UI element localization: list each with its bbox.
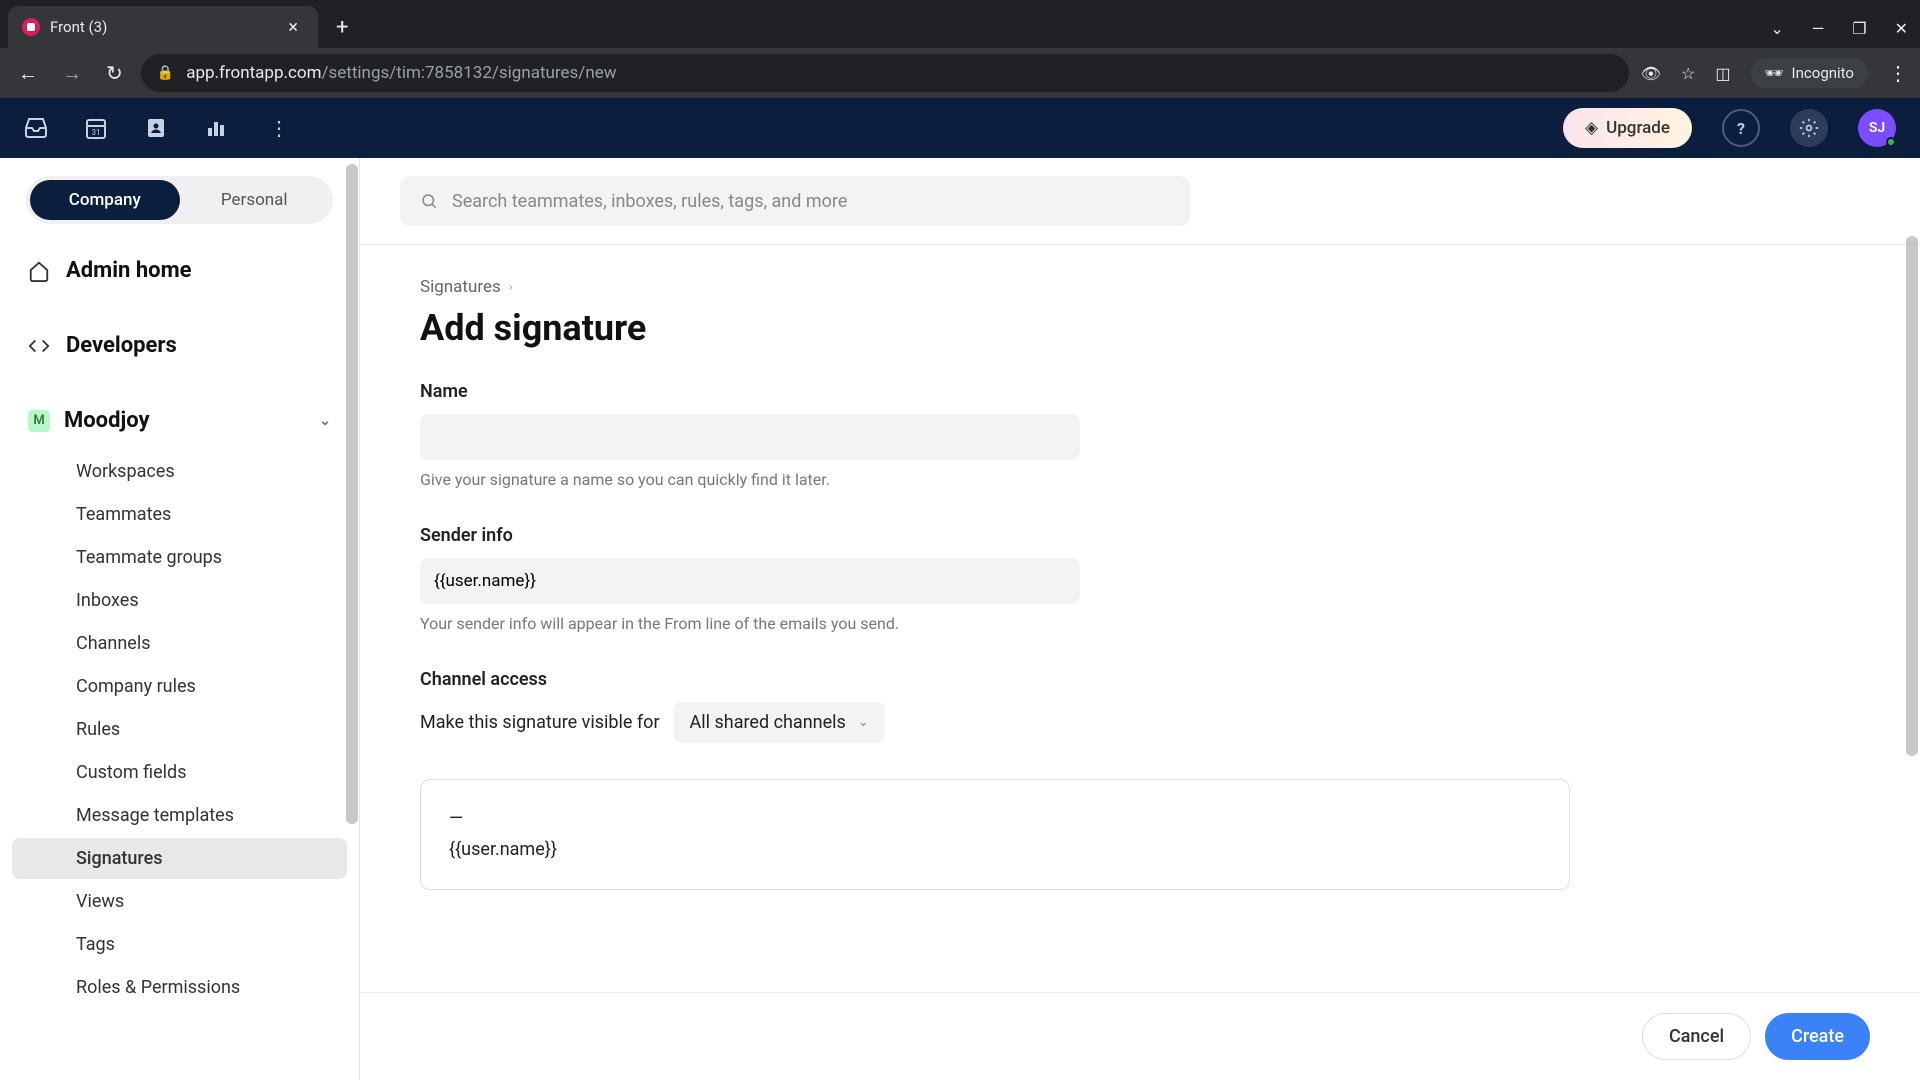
close-tab-icon[interactable]: × — [282, 15, 304, 40]
channel-label: Channel access — [420, 669, 1860, 690]
sidebar-item-tags[interactable]: Tags — [12, 924, 347, 965]
action-bar: Cancel Create — [360, 992, 1920, 1080]
sidebar: Company Personal Admin home Developers M… — [0, 158, 360, 1080]
sender-hint: Your sender info will appear in the From… — [420, 614, 1080, 633]
sidebar-scrollbar[interactable] — [346, 164, 358, 824]
sender-label: Sender info — [420, 525, 1080, 546]
eye-off-icon[interactable]: 👁 — [1641, 64, 1661, 83]
panel-icon[interactable]: ◫ — [1715, 64, 1730, 83]
search-icon — [420, 192, 438, 210]
chevron-down-icon: ⌄ — [858, 715, 869, 730]
more-icon[interactable]: ⋮ — [264, 116, 294, 140]
diamond-icon: ◈ — [1585, 118, 1598, 138]
tab-title: Front (3) — [50, 18, 272, 36]
upgrade-button[interactable]: ◈ Upgrade — [1563, 108, 1692, 148]
page-title: Add signature — [420, 307, 1860, 349]
sidebar-item-roles-permissions[interactable]: Roles & Permissions — [12, 967, 347, 1008]
channel-dropdown[interactable]: All shared channels ⌄ — [674, 702, 885, 743]
incognito-badge[interactable]: 🕶 Incognito — [1751, 58, 1869, 88]
sidebar-admin-home[interactable]: Admin home — [12, 246, 347, 295]
window-controls: ⌄ — ❐ ✕ — [1770, 19, 1920, 48]
url-text: app.frontapp.com/settings/tim:7858132/si… — [186, 63, 616, 83]
channel-prompt: Make this signature visible for — [420, 712, 660, 733]
help-button[interactable]: ? — [1722, 109, 1760, 147]
front-favicon — [22, 18, 40, 36]
maximize-icon[interactable]: ❐ — [1852, 19, 1866, 38]
url-field[interactable]: 🔒 app.frontapp.com/settings/tim:7858132/… — [141, 54, 1629, 92]
create-button[interactable]: Create — [1765, 1013, 1870, 1060]
chevron-down-icon: ⌄ — [319, 413, 331, 429]
sidebar-item-views[interactable]: Views — [12, 881, 347, 922]
editor-line-1: — — [449, 804, 1541, 835]
name-label: Name — [420, 381, 1080, 402]
reload-icon[interactable]: ↻ — [100, 55, 129, 91]
content: Signatures › Add signature Name Give you… — [360, 158, 1920, 1080]
name-input[interactable] — [420, 414, 1080, 460]
contacts-icon[interactable] — [144, 116, 174, 140]
tab-search-icon[interactable]: ⌄ — [1770, 19, 1783, 38]
sidebar-item-signatures[interactable]: Signatures — [12, 838, 347, 879]
star-icon[interactable]: ☆ — [1681, 64, 1695, 83]
tab-personal[interactable]: Personal — [180, 180, 330, 220]
address-bar: ← → ↻ 🔒 app.frontapp.com/settings/tim:78… — [0, 48, 1920, 98]
app-header: 31 ⋮ ◈ Upgrade ? SJ — [0, 98, 1920, 158]
minimize-icon[interactable]: — — [1812, 19, 1825, 38]
tab-company[interactable]: Company — [30, 180, 180, 220]
calendar-icon[interactable]: 31 — [84, 116, 114, 140]
search-input[interactable] — [452, 191, 1170, 212]
sidebar-item-workspaces[interactable]: Workspaces — [12, 451, 347, 492]
incognito-icon: 🕶 — [1765, 64, 1784, 82]
signature-editor[interactable]: — {{user.name}} — [420, 779, 1570, 890]
inbox-icon[interactable] — [24, 116, 54, 140]
new-tab-button[interactable]: + — [318, 15, 366, 48]
presence-dot — [1886, 137, 1896, 147]
sidebar-item-inboxes[interactable]: Inboxes — [12, 580, 347, 621]
cancel-button[interactable]: Cancel — [1642, 1013, 1751, 1060]
search-box[interactable] — [400, 176, 1190, 226]
avatar[interactable]: SJ — [1858, 109, 1896, 147]
sidebar-item-message-templates[interactable]: Message templates — [12, 795, 347, 836]
settings-button[interactable] — [1790, 109, 1828, 147]
svg-text:31: 31 — [92, 128, 101, 137]
sidebar-item-channels[interactable]: Channels — [12, 623, 347, 664]
browser-tab[interactable]: Front (3) × — [8, 6, 318, 48]
breadcrumb: Signatures › — [420, 277, 1860, 297]
breadcrumb-signatures[interactable]: Signatures — [420, 277, 501, 297]
sidebar-org[interactable]: M Moodjoy ⌄ — [12, 396, 347, 445]
lock-icon: 🔒 — [157, 65, 174, 81]
content-scrollbar[interactable] — [1906, 236, 1918, 756]
sidebar-item-teammates[interactable]: Teammates — [12, 494, 347, 535]
sidebar-item-custom-fields[interactable]: Custom fields — [12, 752, 347, 793]
home-icon — [28, 260, 52, 282]
sidebar-developers[interactable]: Developers — [12, 321, 347, 370]
forward-icon[interactable]: → — [56, 55, 88, 92]
code-icon — [28, 335, 52, 357]
chevron-right-icon: › — [509, 280, 513, 295]
sidebar-item-rules[interactable]: Rules — [12, 709, 347, 750]
back-icon[interactable]: ← — [12, 55, 44, 92]
browser-tab-strip: Front (3) × + ⌄ — ❐ ✕ — [0, 0, 1920, 48]
analytics-icon[interactable] — [204, 116, 234, 140]
org-badge: M — [28, 410, 50, 432]
browser-menu-icon[interactable]: ⋮ — [1888, 61, 1908, 85]
sidebar-item-company-rules[interactable]: Company rules — [12, 666, 347, 707]
sidebar-item-teammate-groups[interactable]: Teammate groups — [12, 537, 347, 578]
editor-line-2: {{user.name}} — [449, 835, 1541, 866]
sender-input[interactable] — [420, 558, 1080, 604]
scope-tabs: Company Personal — [26, 176, 333, 224]
name-hint: Give your signature a name so you can qu… — [420, 470, 1080, 489]
close-window-icon[interactable]: ✕ — [1895, 19, 1908, 38]
